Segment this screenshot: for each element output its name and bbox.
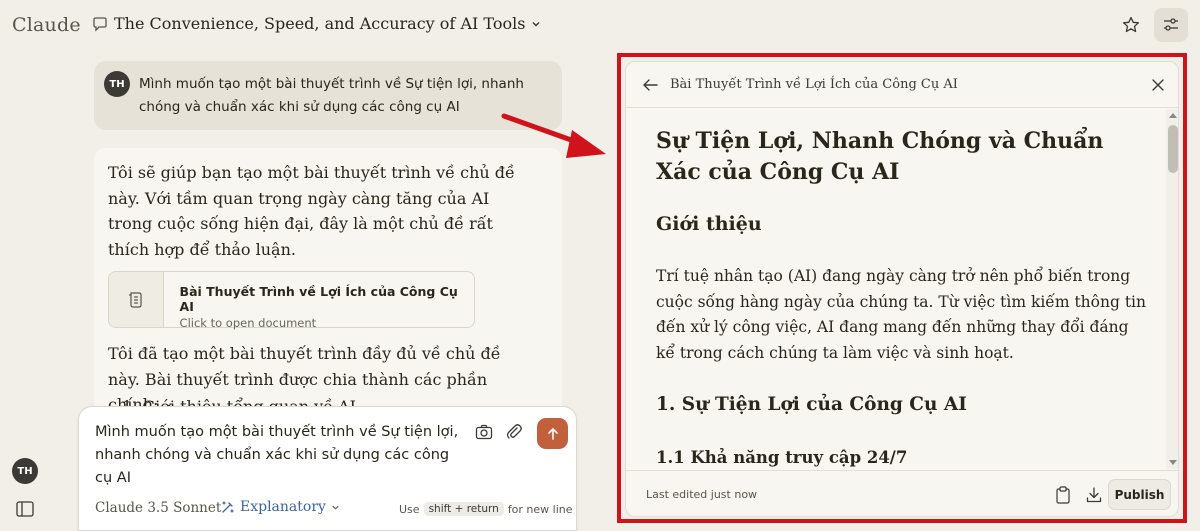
model-selector[interactable]: Claude 3.5 Sonnet — [95, 500, 221, 516]
chat-bubble-icon — [93, 16, 107, 32]
chevron-down-icon — [532, 21, 540, 26]
camera-icon[interactable] — [474, 422, 494, 442]
hint-key: shift + return — [423, 502, 504, 516]
newline-hint: Use shift + return for new line — [399, 502, 573, 516]
star-button[interactable] — [1118, 12, 1144, 38]
assistant-message: Tôi sẽ giúp bạn tạo một bài thuyết trình… — [94, 148, 562, 448]
hint-suffix: for new line — [507, 502, 573, 516]
account-avatar[interactable]: TH — [12, 458, 38, 484]
paperclip-icon[interactable] — [504, 422, 524, 442]
message-composer[interactable]: Mình muốn tạo một bài thuyết trình về Sự… — [78, 406, 577, 531]
sliders-icon — [1164, 18, 1178, 31]
conversation-title-menu[interactable]: The Convenience, Speed, and Accuracy of … — [92, 14, 541, 33]
sidebar-toggle-icon[interactable] — [16, 501, 34, 517]
conversation-title: The Convenience, Speed, and Accuracy of … — [114, 14, 526, 33]
sparkle-icon — [222, 500, 234, 513]
send-button[interactable] — [537, 418, 568, 449]
hint-prefix: Use — [399, 502, 420, 516]
artifact-card-subtitle: Click to open document — [179, 316, 317, 330]
annotation-arrow — [501, 113, 606, 158]
user-avatar: TH — [104, 71, 130, 97]
document-icon — [109, 272, 164, 327]
chevron-down-icon — [332, 505, 339, 510]
style-selector[interactable]: Explanatory — [220, 499, 340, 515]
star-icon — [1122, 16, 1140, 33]
assistant-paragraph: Tôi sẽ giúp bạn tạo một bài thuyết trình… — [108, 163, 515, 259]
style-label: Explanatory — [240, 499, 326, 515]
user-message: TH Mình muốn tạo một bài thuyết trình về… — [94, 61, 562, 130]
artifact-card-title: Bài Thuyết Trình về Lợi Ích của Công Cụ … — [179, 284, 458, 314]
top-bar: Claude The Convenience, Speed, and Accur… — [0, 0, 1200, 52]
composer-input[interactable]: Mình muốn tạo một bài thuyết trình về Sự… — [95, 421, 465, 490]
annotation-frame — [617, 53, 1187, 523]
artifact-card[interactable]: Bài Thuyết Trình về Lợi Ích của Công Cụ … — [108, 271, 475, 330]
arrow-up-icon — [547, 427, 558, 440]
user-message-text: Mình muốn tạo một bài thuyết trình về Sự… — [139, 76, 524, 115]
settings-button[interactable] — [1154, 8, 1188, 42]
app-logo[interactable]: Claude — [12, 14, 81, 36]
